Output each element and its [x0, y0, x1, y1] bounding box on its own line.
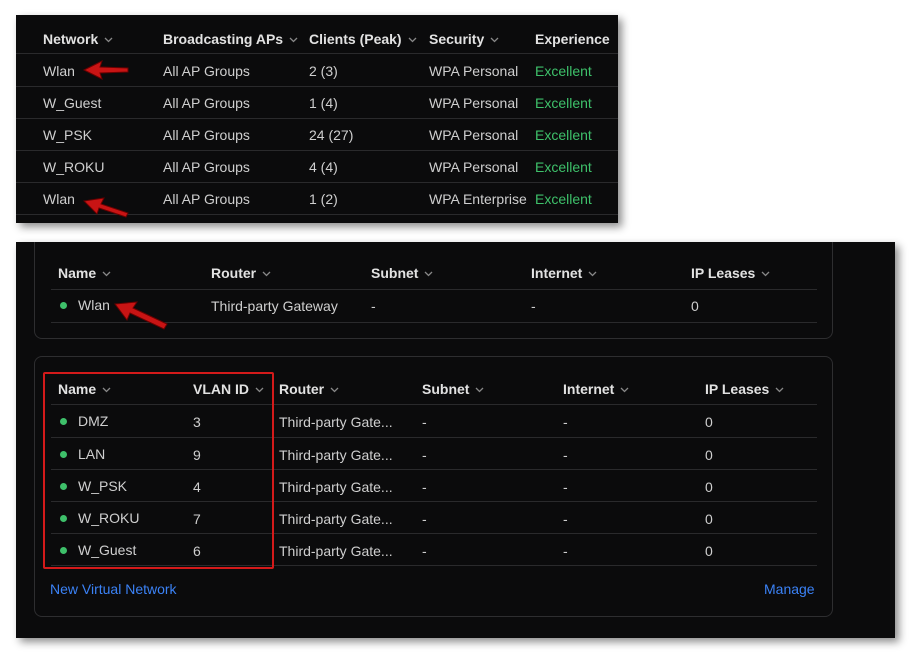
red-arrow-annotation [82, 197, 129, 218]
divider [16, 182, 618, 183]
new-virtual-network-link[interactable]: New Virtual Network [50, 581, 177, 597]
divider [16, 53, 618, 54]
network-name: Wlan [43, 191, 75, 207]
manage-link[interactable]: Manage [764, 581, 815, 597]
broadcasting-aps: All AP Groups [163, 63, 250, 79]
clients-peak: 1 (4) [309, 95, 338, 111]
internet: - [563, 511, 568, 527]
broadcasting-aps: All AP Groups [163, 159, 250, 175]
security: WPA Enterprise [429, 191, 527, 207]
internet: - [563, 414, 568, 430]
experience: Excellent [535, 191, 592, 207]
network-name: W_Guest [43, 95, 102, 111]
chevron-down-icon [761, 271, 770, 277]
gateway-networks-card: Name Router Subnet Internet IP Leases Wl… [34, 242, 833, 339]
broadcasting-aps: All AP Groups [163, 95, 250, 111]
col-ip-leases[interactable]: IP Leases [705, 381, 784, 397]
router: Third-party Gate... [279, 447, 393, 463]
router: Third-party Gate... [279, 414, 393, 430]
broadcasting-aps: All AP Groups [163, 127, 250, 143]
subnet: - [422, 447, 427, 463]
col-router[interactable]: Router [279, 381, 339, 397]
red-arrow-annotation [82, 60, 129, 80]
chevron-down-icon [475, 387, 484, 393]
divider [51, 289, 817, 290]
internet: - [563, 479, 568, 495]
subnet: - [422, 511, 427, 527]
network-name: Wlan [43, 63, 75, 79]
clients-peak: 24 (27) [309, 127, 354, 143]
subnet: - [422, 414, 427, 430]
security: WPA Personal [429, 159, 519, 175]
router: Third-party Gate... [279, 479, 393, 495]
subnet: - [422, 479, 427, 495]
red-highlight-box [43, 372, 274, 569]
router: Third-party Gate... [279, 543, 393, 559]
subnet: - [422, 543, 427, 559]
router: Third-party Gate... [279, 511, 393, 527]
internet: - [563, 543, 568, 559]
col-subnet[interactable]: Subnet [371, 265, 433, 281]
security: WPA Personal [429, 63, 519, 79]
col-network[interactable]: Network [43, 31, 113, 47]
col-internet[interactable]: Internet [563, 381, 629, 397]
chevron-down-icon [102, 271, 111, 277]
network-name: W_ROKU [43, 159, 105, 175]
experience: Excellent [535, 63, 592, 79]
network-name: W_PSK [43, 127, 93, 143]
chevron-down-icon [588, 271, 597, 277]
col-clients-peak[interactable]: Clients (Peak) [309, 31, 417, 47]
chevron-down-icon [620, 387, 629, 393]
clients-peak: 4 (4) [309, 159, 338, 175]
chevron-down-icon [289, 37, 298, 43]
ip-leases: 0 [705, 447, 713, 463]
security: WPA Personal [429, 95, 519, 111]
broadcasting-aps: All AP Groups [163, 191, 250, 207]
col-broadcasting-aps[interactable]: Broadcasting APs [163, 31, 298, 47]
ip-leases: 0 [705, 479, 713, 495]
chevron-down-icon [490, 37, 499, 43]
internet: - [531, 298, 536, 314]
col-security[interactable]: Security [429, 31, 499, 47]
divider [16, 86, 618, 87]
ip-leases: 0 [705, 511, 713, 527]
col-experience[interactable]: Experience [535, 31, 610, 47]
router: Third-party Gateway [211, 298, 338, 314]
experience: Excellent [535, 127, 592, 143]
experience: Excellent [535, 95, 592, 111]
col-router[interactable]: Router [211, 265, 271, 281]
ip-leases: 0 [705, 543, 713, 559]
networks-panel: Name Router Subnet Internet IP Leases Wl… [16, 242, 895, 638]
chevron-down-icon [424, 271, 433, 277]
col-name[interactable]: Name [58, 265, 111, 281]
ip-leases: 0 [691, 298, 699, 314]
status-dot-icon [60, 302, 67, 309]
chevron-down-icon [408, 37, 417, 43]
col-ip-leases[interactable]: IP Leases [691, 265, 770, 281]
experience: Excellent [535, 159, 592, 175]
chevron-down-icon [775, 387, 784, 393]
security: WPA Personal [429, 127, 519, 143]
col-internet[interactable]: Internet [531, 265, 597, 281]
network-name: Wlan [78, 297, 110, 313]
clients-peak: 1 (2) [309, 191, 338, 207]
ip-leases: 0 [705, 414, 713, 430]
chevron-down-icon [104, 37, 113, 43]
chevron-down-icon [262, 271, 271, 277]
wifi-networks-panel: Network Broadcasting APs Clients (Peak) … [16, 15, 618, 223]
clients-peak: 2 (3) [309, 63, 338, 79]
virtual-networks-card: Name VLAN ID Router Subnet Internet IP L… [34, 356, 833, 617]
divider [16, 118, 618, 119]
red-arrow-annotation [114, 301, 168, 330]
subnet: - [371, 298, 376, 314]
col-subnet[interactable]: Subnet [422, 381, 484, 397]
chevron-down-icon [330, 387, 339, 393]
divider [16, 150, 618, 151]
internet: - [563, 447, 568, 463]
